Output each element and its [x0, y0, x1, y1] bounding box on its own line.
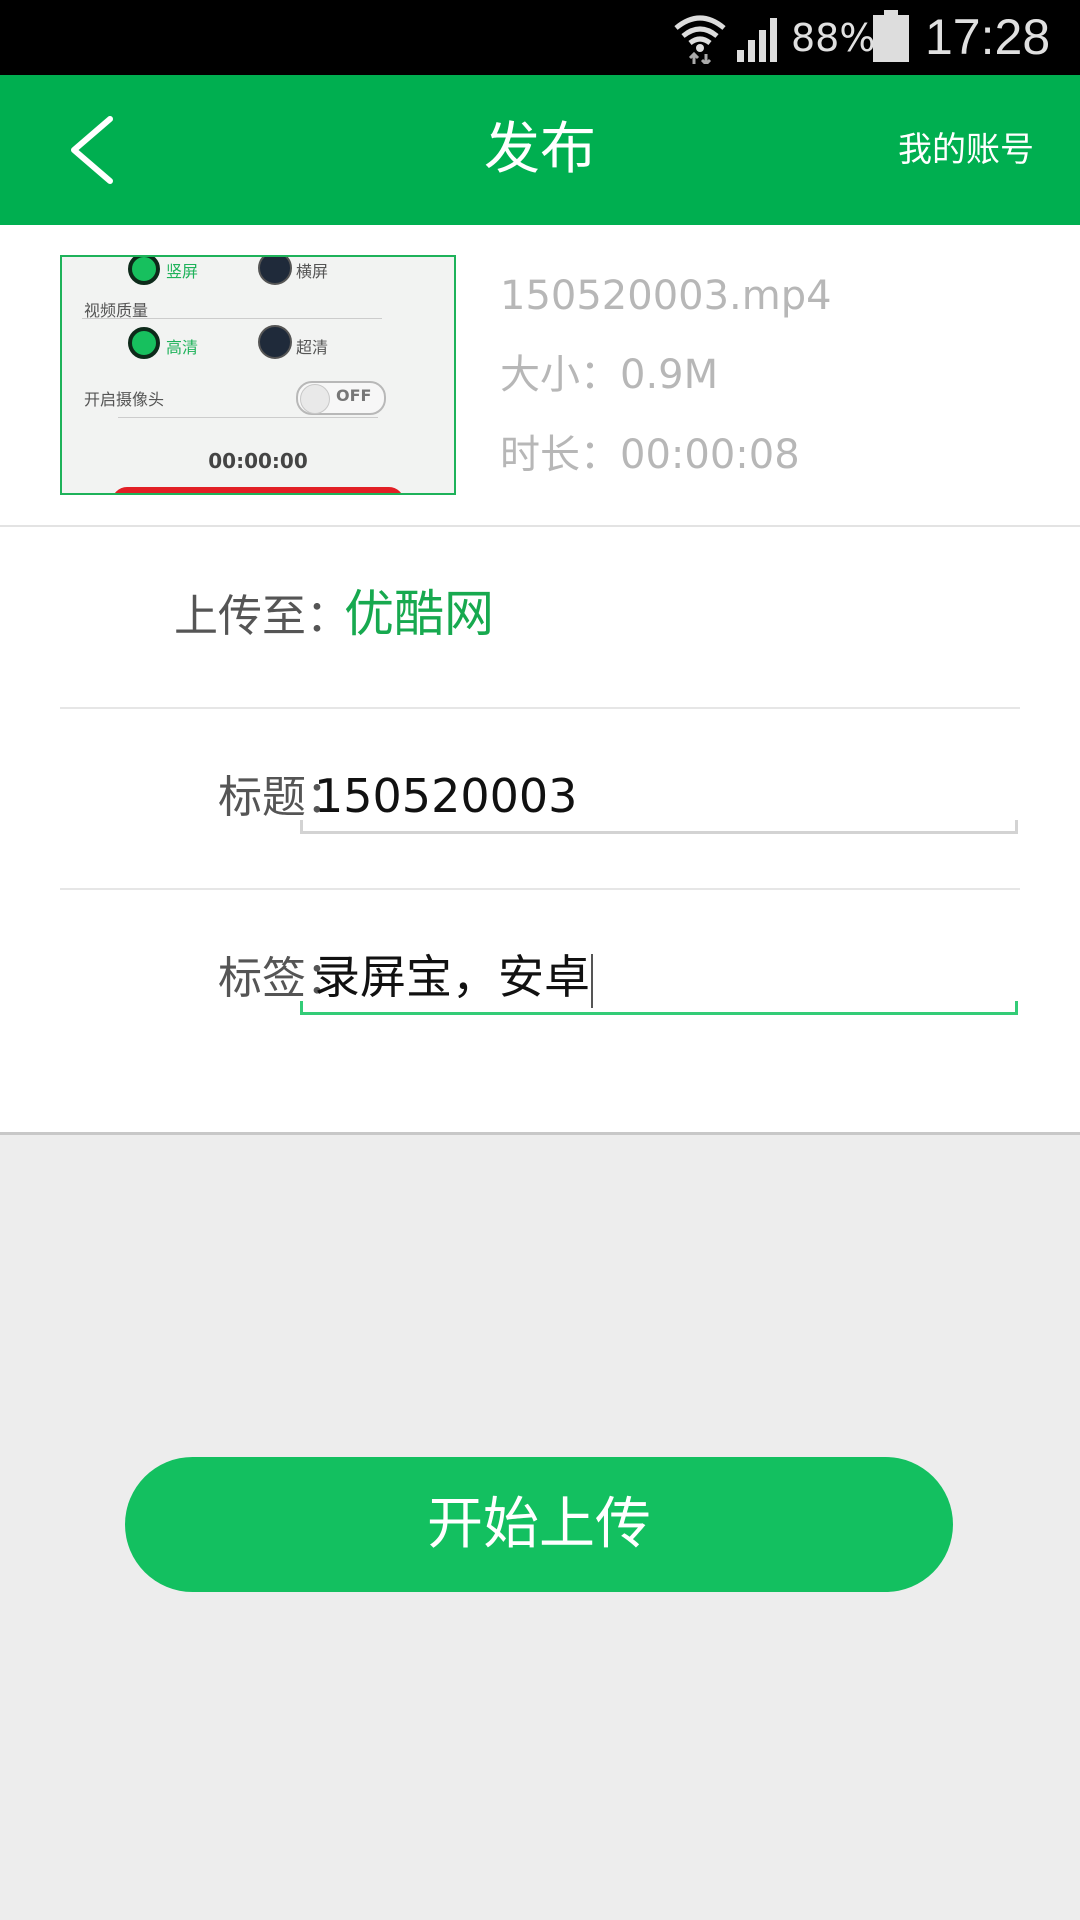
thumb-uhd-label: 超清	[296, 338, 329, 357]
upload-platform-link[interactable]: 优酷网	[344, 581, 494, 647]
thumb-portrait-label: 竖屏	[166, 262, 199, 281]
thumb-camera-label: 开启摄像头	[84, 390, 165, 409]
radio-dot-icon	[258, 257, 292, 285]
title-row: 标题： 150520003	[60, 708, 1020, 890]
publish-form: 上传至： 优酷网 标题： 150520003 标签： 录屏宝，安卓	[0, 527, 1080, 1135]
clock: 17:28	[925, 9, 1051, 65]
thumb-toggle: OFF	[296, 381, 386, 415]
tags-input-underline	[300, 1001, 1018, 1015]
start-upload-button[interactable]: 开始上传	[125, 1457, 953, 1592]
divider	[82, 318, 382, 319]
video-thumbnail: 竖屏 横屏 视频质量 高清 超清 开启摄像头 OFF 00:00:00	[60, 255, 456, 495]
thumb-timer: 00:00:00	[208, 449, 308, 473]
file-duration: 时长：00:00:08	[500, 432, 800, 478]
tags-input-value: 录屏宝，安卓	[314, 950, 590, 1004]
upload-to-row: 上传至： 优酷网	[60, 527, 1020, 709]
battery-icon	[873, 10, 909, 62]
title-input-underline	[300, 820, 1018, 834]
text-cursor	[591, 953, 593, 1008]
wifi-icon	[674, 15, 726, 64]
battery-percent: 88%	[791, 16, 876, 60]
thumb-hd-label: 高清	[166, 338, 199, 357]
status-bar: 88% 17:28	[0, 0, 1080, 75]
divider	[118, 417, 378, 418]
thumb-landscape-label: 横屏	[296, 262, 329, 281]
signal-icon	[737, 18, 777, 62]
thumb-record-button	[112, 487, 404, 493]
radio-dot-icon	[128, 257, 160, 285]
my-account-button[interactable]: 我的账号	[898, 127, 1034, 173]
toggle-knob	[300, 384, 330, 414]
toggle-state: OFF	[336, 386, 372, 405]
video-info: 竖屏 横屏 视频质量 高清 超清 开启摄像头 OFF 00:00:00 1505…	[0, 225, 1080, 527]
tags-row: 标签： 录屏宝，安卓	[60, 889, 1020, 1069]
app-bar: 发布 我的账号	[0, 75, 1080, 225]
file-name: 150520003.mp4	[500, 273, 832, 319]
upload-to-label: 上传至：	[174, 591, 350, 642]
file-size: 大小：0.9M	[500, 352, 719, 398]
radio-dot-icon	[128, 327, 160, 359]
radio-dot-icon	[258, 325, 292, 359]
